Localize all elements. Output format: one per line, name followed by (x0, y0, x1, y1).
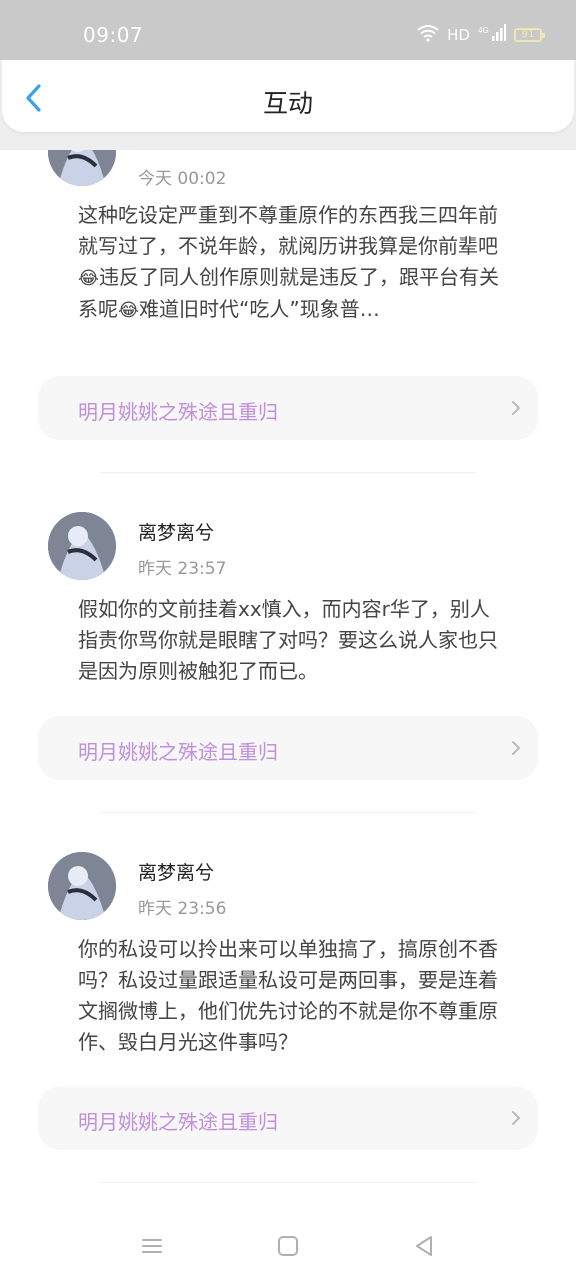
menu-icon[interactable] (140, 1234, 164, 1258)
comment-text: 你的私设可以拎出来可以单独搞了，搞原创不香吗？私设过量跟适量私设可是两回事，要是… (78, 937, 498, 1054)
source-work-title: 明月姚姚之殊途且重归 (78, 1110, 278, 1134)
comment-time: 昨天 23:56 (138, 899, 227, 919)
wifi-icon (417, 24, 439, 46)
username[interactable]: 离梦离兮 (138, 518, 214, 545)
divider (100, 1182, 476, 1183)
comment-text: 假如你的文前挂着xx慎入，而内容r华了，别人指责你骂你就是眼瞎了对吗？要这么说人… (78, 597, 498, 683)
chevron-right-icon (512, 741, 521, 755)
source-work-card[interactable]: 明月姚姚之殊途且重归 (38, 376, 538, 440)
page-title: 互动 (262, 89, 313, 118)
network-hd-label: HD (447, 26, 470, 44)
status-icons: HD 4G 91 (417, 23, 545, 47)
laughing-emoji-icon: 😂 (118, 300, 140, 321)
battery-level: 91 (521, 29, 535, 40)
status-bar: 09:07 HD 4G 91 (0, 0, 576, 60)
chevron-right-icon (512, 1111, 521, 1125)
system-nav-bar (0, 1212, 576, 1280)
divider (100, 472, 476, 473)
status-time: 09:07 (83, 23, 144, 47)
source-work-title: 明月姚姚之殊途且重归 (78, 400, 278, 424)
laughing-emoji-icon: 😂 (78, 268, 100, 289)
app-header: 互动 (2, 60, 574, 132)
username[interactable]: 离梦离兮 (138, 858, 214, 885)
back-triangle-icon[interactable] (412, 1234, 436, 1258)
comment-text: 这种吃设定严重到不尊重原作的东西我三四年前就写过了，不说年龄，就阅历讲我算是你前… (78, 200, 508, 326)
interaction-list[interactable]: 今天 00:02 这种吃设定严重到不尊重原作的东西我三四年前就写过了，不说年龄，… (0, 132, 576, 1212)
comment-part: 这种吃设定严重到不尊重原作的东西我三四年前就写过了，不说年龄，就阅历讲我算是你前… (78, 203, 498, 258)
comment-time: 今天 00:02 (138, 169, 227, 189)
signal-icon: 4G (478, 23, 506, 47)
avatar[interactable] (48, 512, 116, 580)
source-work-card[interactable]: 明月姚姚之殊途且重归 (38, 716, 538, 780)
comment-time: 昨天 23:57 (138, 559, 227, 579)
home-square-icon[interactable] (276, 1234, 300, 1258)
source-work-card[interactable]: 明月姚姚之殊途且重归 (38, 1086, 538, 1150)
divider (100, 812, 476, 813)
source-work-title: 明月姚姚之殊途且重归 (78, 740, 278, 764)
chevron-right-icon (512, 401, 521, 415)
avatar[interactable] (48, 852, 116, 920)
comment-part: 难道旧时代“吃人”现象普… (139, 297, 380, 321)
battery-icon: 91 (514, 28, 545, 42)
svg-text:4G: 4G (478, 26, 489, 35)
